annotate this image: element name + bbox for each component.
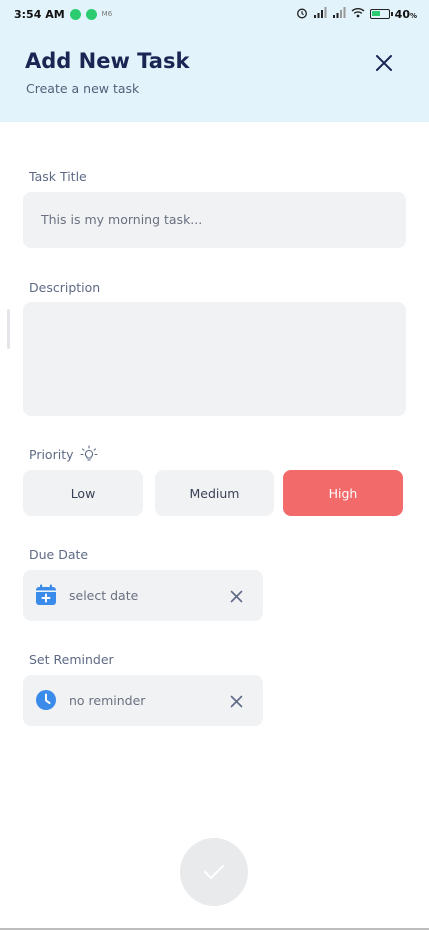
description-label: Description (29, 280, 101, 295)
notification-app-icon (85, 8, 97, 20)
close-icon (230, 590, 242, 602)
submit-task-button[interactable] (180, 838, 248, 906)
scroll-indicator (7, 309, 10, 349)
page-subtitle: Create a new task (26, 81, 140, 96)
clear-date-button[interactable] (226, 586, 246, 606)
due-date-label: Due Date (29, 547, 89, 562)
status-mini-label: M6 (101, 10, 113, 18)
notification-app-icon (69, 8, 81, 20)
lightbulb-icon (79, 445, 98, 461)
reminder-label: Set Reminder (29, 652, 114, 667)
due-date-value: select date (69, 588, 139, 603)
status-left: 3:54 AM M6 (14, 8, 112, 21)
page-title: Add New Task (25, 49, 190, 73)
task-title-input[interactable]: This is my morning task... (23, 192, 406, 248)
priority-label: Priority (29, 446, 74, 462)
status-bar: 3:54 AM M6 40% (0, 0, 429, 28)
priority-high-button[interactable]: High (283, 470, 403, 516)
priority-low-button[interactable]: Low (23, 470, 143, 516)
description-input[interactable] (23, 302, 406, 416)
task-title-placeholder: This is my morning task... (41, 212, 203, 227)
reminder-picker[interactable]: no reminder (23, 675, 263, 726)
status-time: 3:54 AM (14, 7, 65, 21)
alarm-icon (296, 7, 308, 22)
signal-icon (313, 7, 327, 21)
signal-icon (332, 7, 346, 21)
close-icon (376, 55, 392, 71)
battery-level: 40% (394, 7, 417, 21)
task-title-label: Task Title (29, 169, 87, 184)
wifi-icon (351, 7, 365, 21)
priority-label-row: Priority (29, 445, 98, 463)
battery-icon (369, 9, 393, 19)
due-date-picker[interactable]: select date (23, 570, 263, 621)
status-right: 40% (296, 7, 417, 22)
calendar-add-icon (36, 584, 56, 605)
clock-icon (36, 690, 56, 710)
close-button[interactable] (371, 50, 397, 76)
clear-reminder-button[interactable] (226, 691, 246, 711)
reminder-value: no reminder (69, 693, 146, 708)
check-icon (204, 865, 224, 879)
priority-medium-button[interactable]: Medium (155, 470, 274, 516)
close-icon (230, 695, 242, 707)
